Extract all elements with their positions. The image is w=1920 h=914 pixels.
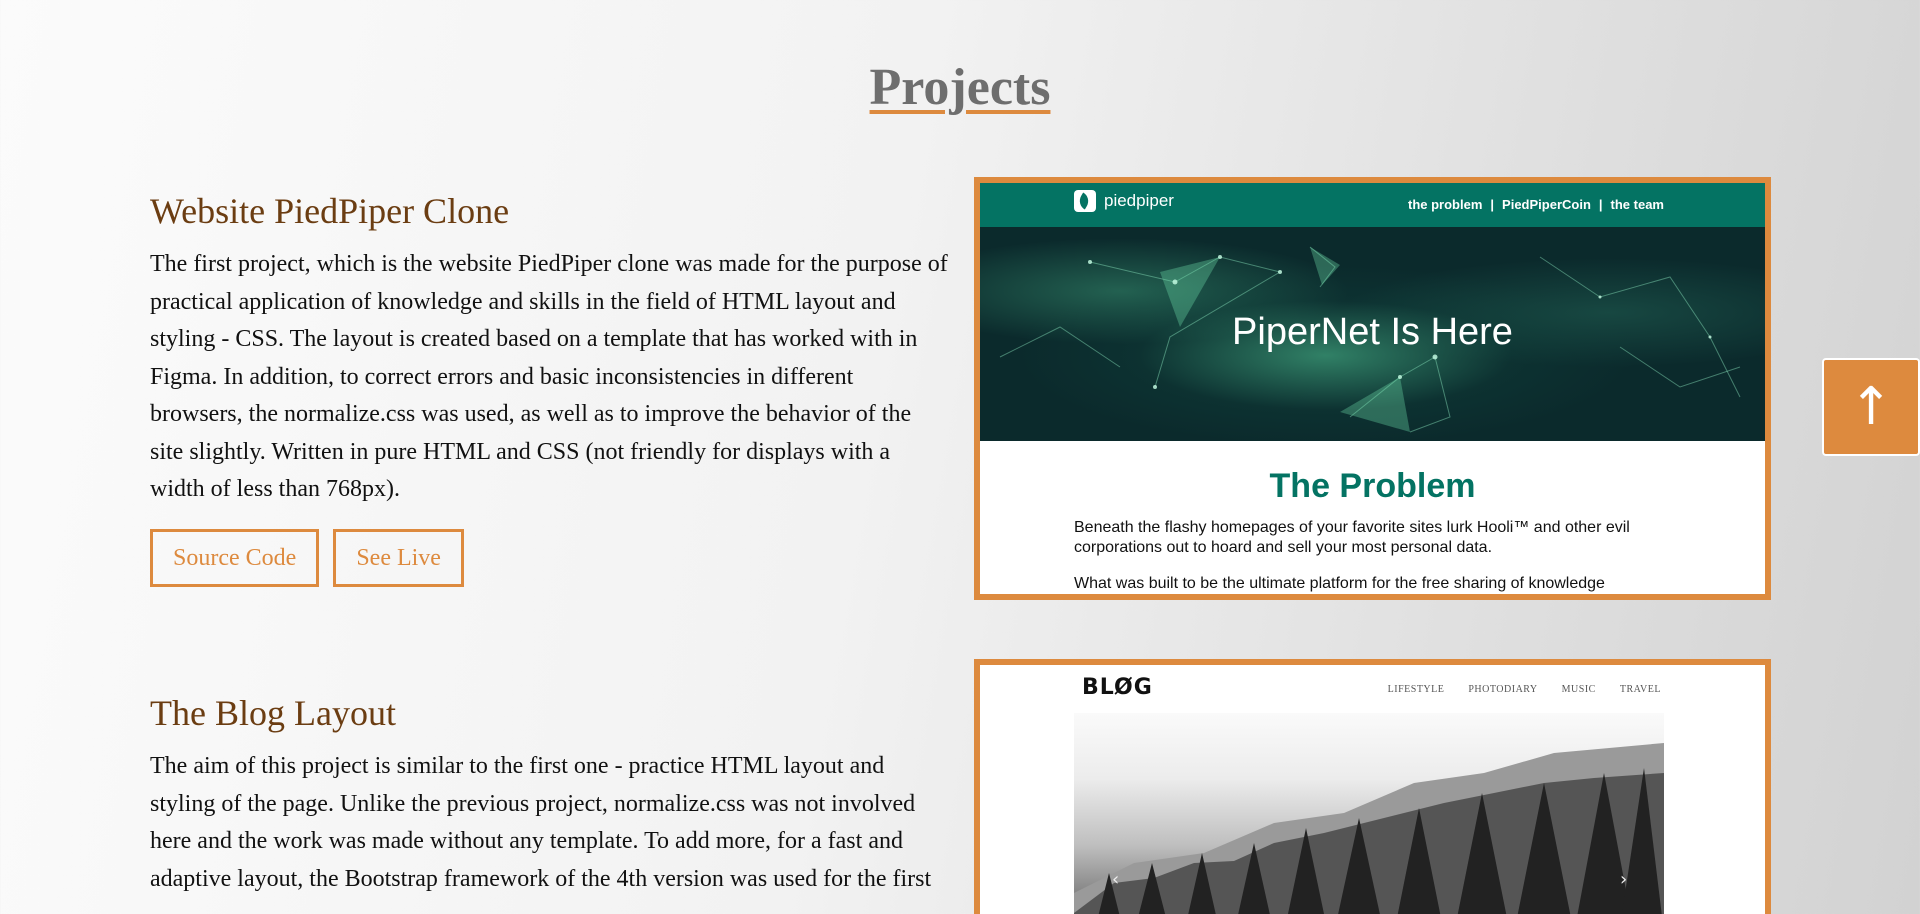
project-blog: The Blog Layout The aim of this project … (150, 692, 950, 898)
pp-paragraph: Beneath the flashy homepages of your fav… (1074, 519, 1630, 556)
piedpiper-preview-image[interactable]: piedpiper the problem | PiedPiperCoin | … (974, 177, 1771, 600)
blog-nav-links: LIFESTYLE PHOTODIARY MUSIC TRAVEL (1387, 684, 1661, 695)
pp-hero: PiperNet Is Here (980, 227, 1765, 441)
pp-nav-links: the problem | PiedPiperCoin | the team (1407, 197, 1664, 212)
chevron-right-icon[interactable]: › (1620, 869, 1627, 890)
leaf-icon (1074, 190, 1096, 212)
chevron-left-icon[interactable]: ‹ (1112, 869, 1119, 890)
blog-preview-image[interactable]: BLØG LIFESTYLE PHOTODIARY MUSIC TRAVEL ‹… (974, 659, 1771, 914)
project-title: Website PiedPiper Clone (150, 191, 510, 231)
project-description: The first project, which is the website … (150, 251, 948, 502)
project-title: The Blog Layout (150, 693, 396, 733)
blog-hero-image: ‹ › (1074, 713, 1664, 914)
project-description: The aim of this project is similar to th… (150, 753, 932, 892)
pp-logo: piedpiper (1074, 190, 1174, 212)
pp-paragraph: What was built to be the ultimate platfo… (1074, 575, 1605, 592)
pp-content: The Problem Beneath the flashy homepages… (980, 441, 1765, 594)
section-title: Projects (869, 59, 1051, 116)
blog-navbar: BLØG LIFESTYLE PHOTODIARY MUSIC TRAVEL (980, 665, 1765, 713)
see-live-button[interactable]: See Live (333, 528, 464, 587)
pp-problem-heading: The Problem (1269, 467, 1476, 505)
forest-graphic (1074, 743, 1664, 914)
pp-navbar: piedpiper the problem | PiedPiperCoin | … (980, 183, 1765, 227)
source-code-button[interactable]: Source Code (150, 528, 320, 587)
blog-logo: BLØG (1082, 675, 1153, 700)
pp-hero-title: PiperNet Is Here (1232, 311, 1513, 353)
project-piedpiper: Website PiedPiper Clone The first projec… (150, 190, 950, 587)
scroll-to-top-button[interactable]: ↑ (1822, 358, 1920, 456)
arrow-up-icon: ↑ (1849, 377, 1893, 437)
project-buttons: Source Code See Live (150, 528, 950, 587)
